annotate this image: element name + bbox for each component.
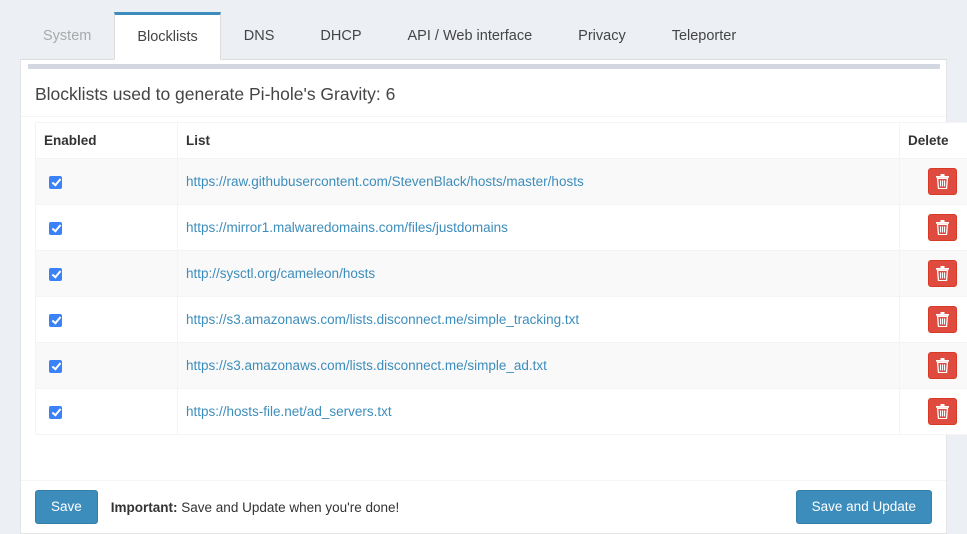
- trash-icon: [936, 358, 949, 373]
- save-button[interactable]: Save: [35, 489, 98, 525]
- delete-button[interactable]: [928, 352, 957, 379]
- blocklists-panel: Blocklists used to generate Pi-hole's Gr…: [20, 60, 967, 534]
- delete-button[interactable]: [928, 398, 957, 425]
- table-row: https://mirror1.malwaredomains.com/files…: [35, 204, 967, 251]
- tab-dhcp[interactable]: DHCP: [297, 12, 384, 59]
- tab-label: Privacy: [578, 27, 626, 44]
- tab-label: API / Web interface: [407, 27, 533, 44]
- tab-dns[interactable]: DNS: [221, 12, 298, 59]
- table-row: http://sysctl.org/cameleon/hosts: [35, 250, 967, 297]
- cell-list: https://s3.amazonaws.com/lists.disconnec…: [177, 296, 900, 343]
- cell-enabled: [35, 204, 178, 251]
- cell-delete: [899, 342, 967, 389]
- footer-note-text: Save and Update when you're done!: [177, 499, 400, 515]
- blocklist-url-link[interactable]: https://s3.amazonaws.com/lists.disconnec…: [186, 312, 579, 327]
- page-title: Blocklists used to generate Pi-hole's Gr…: [35, 83, 396, 104]
- enabled-checkbox[interactable]: [49, 359, 62, 373]
- enabled-checkbox[interactable]: [49, 405, 62, 419]
- enabled-checkbox[interactable]: [49, 313, 62, 327]
- cell-delete: [899, 158, 967, 205]
- cell-enabled: [35, 296, 178, 343]
- table-row: https://hosts-file.net/ad_servers.txt: [35, 388, 967, 435]
- trash-icon: [936, 220, 949, 235]
- tab-label: Teleporter: [671, 27, 737, 44]
- table-row: https://s3.amazonaws.com/lists.disconnec…: [35, 342, 967, 389]
- cell-list: https://s3.amazonaws.com/lists.disconnec…: [177, 342, 900, 389]
- settings-tab-bar: System Blocklists DNS DHCP API / Web int…: [20, 12, 947, 60]
- cell-list: https://raw.githubusercontent.com/Steven…: [177, 158, 900, 205]
- cell-enabled: [35, 250, 178, 297]
- cell-list: https://hosts-file.net/ad_servers.txt: [177, 388, 900, 435]
- blocklist-url-link[interactable]: http://sysctl.org/cameleon/hosts: [186, 266, 375, 281]
- column-header-enabled: Enabled: [35, 122, 178, 159]
- cell-delete: [899, 296, 967, 343]
- blocklists-table-body: https://raw.githubusercontent.com/Steven…: [35, 158, 967, 435]
- tab-blocklists[interactable]: Blocklists: [114, 12, 221, 60]
- trash-icon: [936, 312, 949, 327]
- save-and-update-button[interactable]: Save and Update: [795, 489, 932, 525]
- enabled-checkbox[interactable]: [49, 221, 62, 235]
- blocklists-table: Enabled List Delete https://raw.githubus…: [35, 122, 967, 435]
- trash-icon: [936, 404, 949, 419]
- cell-delete: [899, 388, 967, 435]
- delete-button[interactable]: [928, 214, 957, 241]
- delete-button[interactable]: [928, 306, 957, 333]
- cell-enabled: [35, 388, 178, 435]
- footer-note-label: Important:: [110, 499, 178, 515]
- tab-privacy[interactable]: Privacy: [555, 12, 649, 59]
- table-header-row: Enabled List Delete: [35, 122, 967, 159]
- cell-list: https://mirror1.malwaredomains.com/files…: [177, 204, 900, 251]
- tab-label: DNS: [243, 27, 275, 44]
- enabled-checkbox[interactable]: [49, 267, 62, 281]
- cell-enabled: [35, 342, 178, 389]
- delete-button[interactable]: [928, 260, 957, 287]
- blocklist-url-link[interactable]: https://mirror1.malwaredomains.com/files…: [186, 220, 508, 235]
- tab-teleporter[interactable]: Teleporter: [649, 12, 759, 59]
- table-row: https://s3.amazonaws.com/lists.disconnec…: [35, 296, 967, 343]
- delete-button[interactable]: [928, 168, 957, 195]
- trash-icon: [936, 266, 949, 281]
- tab-label: System: [43, 27, 92, 44]
- table-row: https://raw.githubusercontent.com/Steven…: [35, 158, 967, 205]
- trash-icon: [936, 174, 949, 189]
- tab-api-web-interface[interactable]: API / Web interface: [385, 12, 556, 59]
- blocklist-url-link[interactable]: https://s3.amazonaws.com/lists.disconnec…: [186, 358, 547, 373]
- column-header-list: List: [177, 122, 900, 159]
- enabled-checkbox[interactable]: [49, 175, 62, 189]
- tab-label: Blocklists: [137, 28, 198, 45]
- column-header-delete: Delete: [899, 122, 967, 159]
- tab-label: DHCP: [320, 27, 362, 44]
- cell-enabled: [35, 158, 178, 205]
- blocklist-url-link[interactable]: https://raw.githubusercontent.com/Steven…: [186, 174, 584, 189]
- tab-system[interactable]: System: [20, 12, 114, 59]
- panel-body: Enabled List Delete https://raw.githubus…: [21, 118, 967, 517]
- footer-note: Important: Save and Update when you're d…: [111, 500, 400, 515]
- cell-delete: [899, 250, 967, 297]
- cell-list: http://sysctl.org/cameleon/hosts: [177, 250, 900, 297]
- panel-top-accent-bar: [28, 64, 940, 69]
- panel-footer: Save Important: Save and Update when you…: [21, 480, 946, 533]
- blocklist-url-link[interactable]: https://hosts-file.net/ad_servers.txt: [186, 404, 392, 419]
- cell-delete: [899, 204, 967, 251]
- panel-header: Blocklists used to generate Pi-hole's Gr…: [21, 72, 946, 117]
